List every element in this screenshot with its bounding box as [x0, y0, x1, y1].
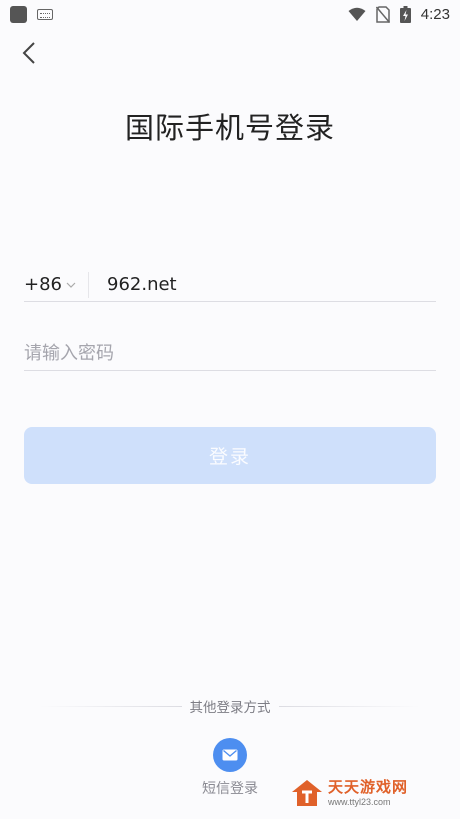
phone-row: +86 — [24, 268, 436, 302]
battery-charging-icon — [399, 5, 411, 23]
wifi-icon — [348, 7, 366, 21]
watermark-title: 天天游戏网 — [328, 777, 409, 796]
other-login-label: 其他登录方式 — [189, 700, 271, 716]
other-login-divider: 其他登录方式 — [40, 697, 420, 716]
back-button[interactable] — [14, 38, 44, 68]
watermark-logo: 天天游戏网 www.ttyl23.com — [290, 776, 408, 810]
divider-line-left — [40, 705, 182, 707]
sms-login-button[interactable]: 短信登录 — [195, 738, 265, 798]
phone-input[interactable] — [107, 274, 407, 295]
country-code-text: +86 — [24, 274, 62, 295]
password-row — [24, 337, 436, 371]
country-code-selector[interactable]: +86 — [24, 271, 89, 298]
no-sim-icon — [375, 5, 390, 23]
page-title: 国际手机号登录 — [124, 111, 335, 145]
message-icon — [222, 749, 238, 761]
login-button[interactable]: 登录 — [24, 427, 436, 484]
status-time: 4:23 — [420, 5, 450, 23]
app-icon — [10, 5, 27, 23]
keyboard-icon — [37, 8, 53, 20]
watermark-house-icon — [292, 780, 322, 806]
divider-line-right — [278, 705, 420, 707]
status-bar-right: 4:23 — [348, 5, 450, 23]
chevron-left-icon — [22, 42, 35, 64]
watermark-url: www.ttyl23.com — [328, 796, 391, 807]
status-bar: 4:23 — [0, 0, 460, 28]
chevron-down-icon — [66, 282, 76, 288]
login-button-label: 登录 — [208, 446, 251, 468]
password-input[interactable] — [24, 343, 436, 364]
status-bar-left — [10, 5, 53, 23]
watermark-text: 天天游戏网 www.ttyl23.com — [328, 777, 409, 807]
sms-login-label: 短信登录 — [202, 781, 258, 797]
sms-icon-circle — [213, 738, 247, 772]
